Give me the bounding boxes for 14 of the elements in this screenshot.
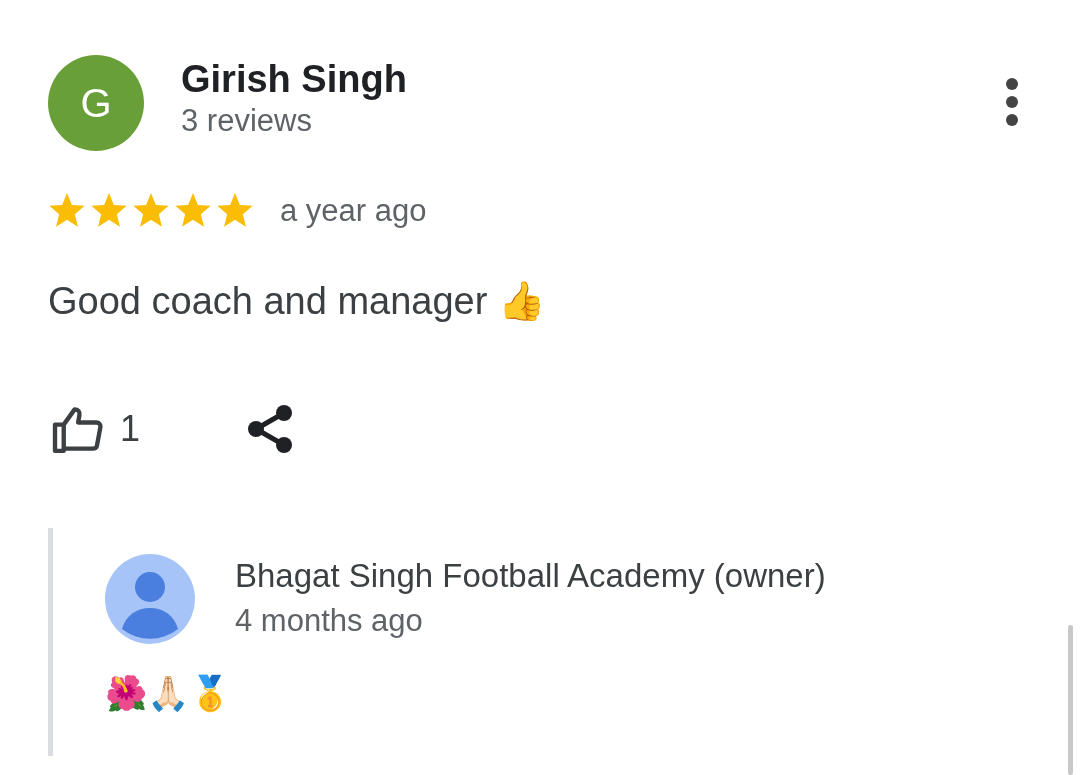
share-icon[interactable]	[246, 402, 295, 455]
thumbs-up-icon[interactable]	[52, 404, 106, 453]
avatar-icon	[105, 553, 195, 644]
author-name[interactable]: Girish Singh	[181, 57, 407, 101]
review-time: a year ago	[280, 192, 427, 230]
reply-text: 🌺🙏🏻🥇	[105, 672, 232, 715]
scrollbar[interactable]	[1068, 625, 1073, 775]
owner-name[interactable]: Bhagat Singh Football Academy (owner)	[235, 553, 826, 598]
review-count[interactable]: 3 reviews	[181, 101, 407, 141]
reply-time: 4 months ago	[235, 601, 424, 640]
avatar: G	[48, 55, 144, 151]
more-options-icon[interactable]	[1004, 77, 1020, 127]
review-text: Good coach and manager 👍	[47, 278, 546, 324]
like-count: 1	[120, 406, 141, 451]
